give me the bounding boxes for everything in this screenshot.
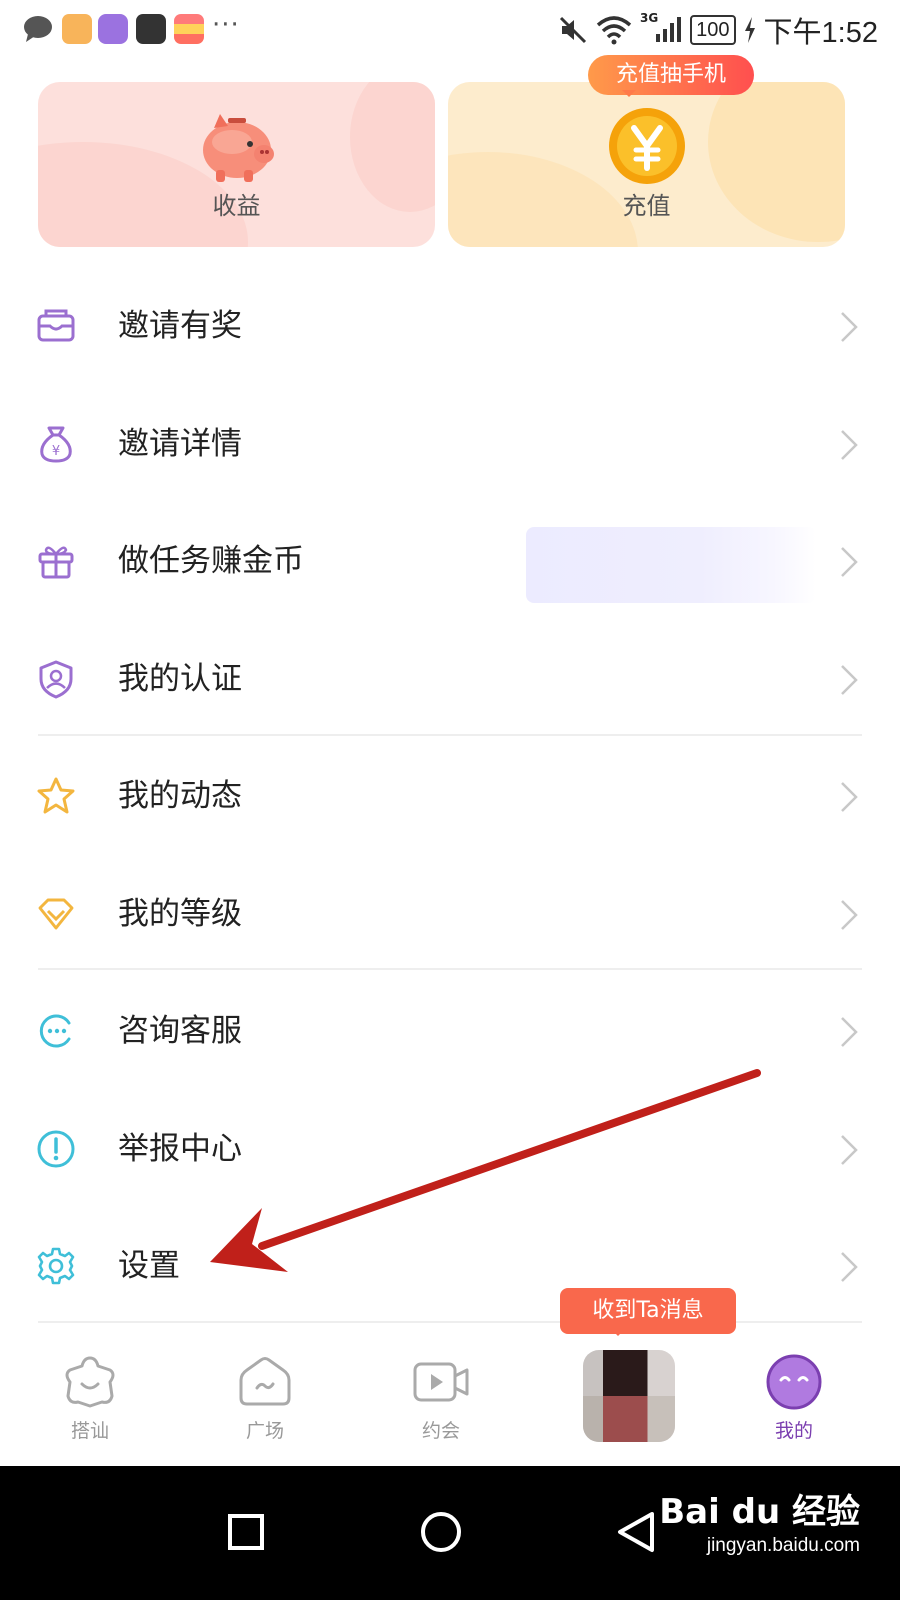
signal-icon	[656, 17, 682, 42]
chevron-right-icon	[841, 547, 858, 577]
menu-item-label: 设置	[118, 1248, 180, 1284]
mute-icon	[559, 16, 587, 44]
menu-item-label: 邀请有奖	[118, 308, 242, 344]
diamond-icon	[38, 898, 74, 929]
wifi-icon	[596, 16, 632, 45]
menu-divider	[38, 1321, 862, 1323]
yuan-coin-icon	[608, 108, 685, 184]
menu-item-label: 做任务赚金币	[118, 543, 304, 579]
envelope-icon	[37, 309, 75, 342]
avatar-image	[583, 1396, 675, 1442]
more-notifications-indicator: ···	[212, 10, 240, 40]
chevron-right-icon	[841, 664, 858, 695]
menu-item-invite-reward[interactable]: 邀请有奖	[0, 266, 900, 384]
menu-item-my-verification[interactable]: 我的认证	[0, 619, 900, 737]
tab-chat-up[interactable]: 搭讪	[20, 1338, 160, 1466]
gear-icon	[37, 1247, 75, 1285]
menu-item-label: 我的动态	[118, 778, 242, 814]
tab-label: 搭讪	[70, 1420, 109, 1442]
message-avatar[interactable]	[583, 1350, 675, 1442]
tab-label: 约会	[421, 1420, 460, 1442]
recharge-card[interactable]: 充值	[448, 82, 845, 247]
home-circle-icon[interactable]	[409, 1500, 473, 1564]
charging-icon	[744, 17, 755, 43]
menu-divider	[38, 968, 862, 970]
network-type: 3G	[639, 11, 659, 25]
menu-item-settings[interactable]: 设置	[0, 1206, 900, 1324]
pie-app-icon	[98, 14, 128, 44]
baidu-jingyan-watermark: Bai du 经验 jingyan.baidu.com	[659, 1484, 860, 1557]
house-icon	[239, 1357, 291, 1406]
status-bar: ··· 3G 100 下午1:52	[0, 0, 900, 62]
piggy-bank-icon	[202, 114, 274, 182]
menu-item-label: 邀请详情	[118, 425, 242, 462]
watermark-url: jingyan.baidu.com	[706, 1535, 860, 1556]
chevron-right-icon	[841, 1252, 858, 1282]
chevron-right-icon	[841, 1134, 858, 1165]
system-nav-bar: Bai du 经验 jingyan.baidu.com	[0, 1466, 900, 1600]
chat-bubble-icon	[39, 1014, 71, 1048]
star-icon	[37, 777, 75, 814]
chevron-right-icon	[841, 429, 858, 460]
status-time: 下午1:52	[763, 17, 878, 49]
tab-label: 广场	[245, 1420, 284, 1442]
tab-mine[interactable]: 我的	[724, 1338, 864, 1466]
menu-divider	[38, 734, 862, 736]
income-label: 收益	[212, 192, 261, 220]
svg-text:¥: ¥	[52, 444, 60, 459]
menu-item-label: 我的认证	[118, 660, 242, 697]
menu-item-my-moments[interactable]: 我的动态	[0, 736, 900, 854]
gift-box-icon	[38, 546, 74, 579]
tab-dating[interactable]: 约会	[371, 1338, 511, 1466]
menu-item-label: 举报中心	[118, 1130, 242, 1167]
notes-icon	[62, 14, 92, 44]
star-face-icon	[65, 1356, 115, 1408]
chevron-right-icon	[841, 782, 858, 812]
recents-square-icon[interactable]	[214, 1500, 278, 1564]
money-bag-icon: ¥	[40, 426, 72, 463]
battery-icon: 100	[690, 15, 736, 45]
message-icon	[24, 16, 52, 42]
tab-label: 我的	[774, 1420, 813, 1442]
menu-item-label: 我的等级	[118, 895, 242, 932]
wallet-icon	[174, 14, 204, 44]
menu-list: 邀请有奖 ¥ 邀请详情 做任务赚金币 我的认证 我的动态 我的等级 咨询客服 举…	[0, 266, 900, 1324]
huawei-icon	[136, 14, 166, 44]
recharge-promo-badge[interactable]: 充值抽手机	[588, 55, 754, 97]
tab-plaza[interactable]: 广场	[195, 1338, 335, 1466]
menu-item-invite-details[interactable]: ¥ 邀请详情	[0, 384, 900, 502]
recharge-label: 充值	[622, 192, 671, 220]
video-icon	[413, 1362, 469, 1402]
message-tooltip[interactable]: 收到Ta消息	[560, 1288, 736, 1336]
income-card[interactable]: 收益	[38, 82, 435, 247]
bottom-tab-bar: 搭讪 广场 约会 我的	[0, 1338, 900, 1466]
chevron-right-icon	[841, 312, 858, 342]
menu-item-label: 咨询客服	[118, 1013, 242, 1049]
chevron-right-icon	[841, 1017, 858, 1047]
alert-icon	[37, 1130, 75, 1167]
chevron-right-icon	[841, 899, 858, 930]
shield-user-icon	[39, 660, 73, 698]
status-right: 3G 100 下午1:52	[558, 8, 878, 52]
smile-face-icon	[766, 1354, 822, 1410]
menu-item-customer-service[interactable]: 咨询客服	[0, 971, 900, 1089]
watermark-brand: Bai du 经验	[659, 1492, 860, 1532]
menu-item-my-level[interactable]: 我的等级	[0, 854, 900, 972]
menu-item-report-center[interactable]: 举报中心	[0, 1089, 900, 1207]
redacted-area	[526, 527, 816, 603]
